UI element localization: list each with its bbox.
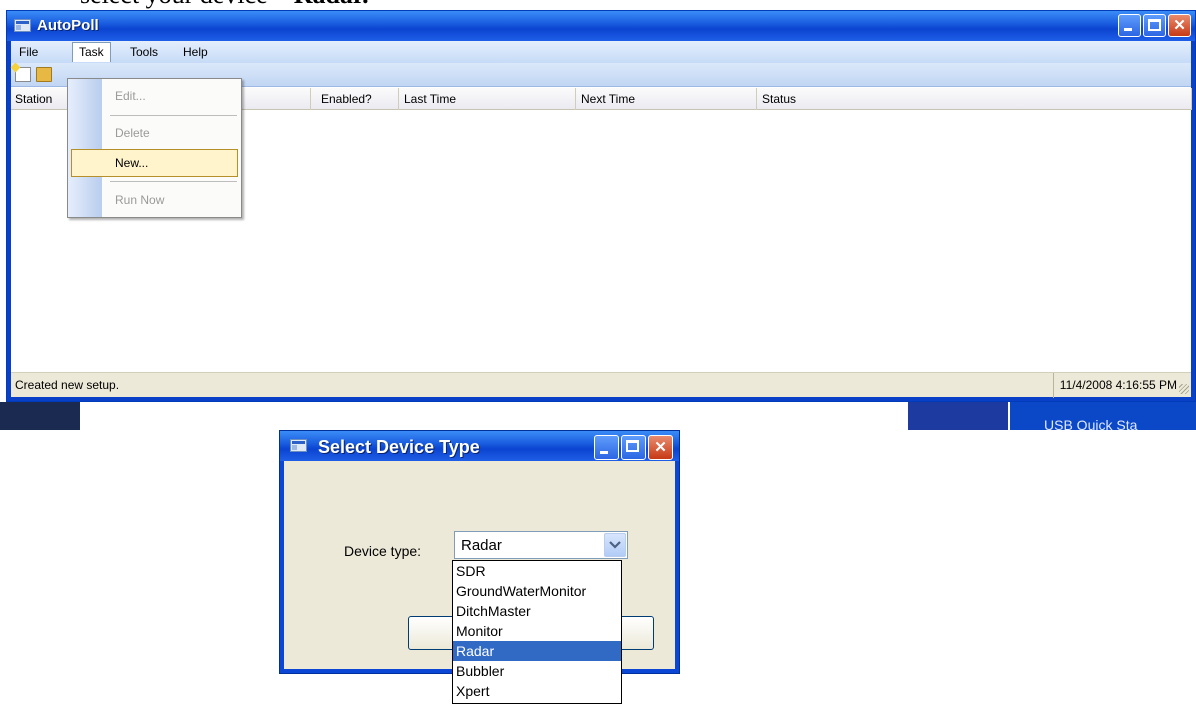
window-title: AutoPoll: [37, 17, 99, 34]
status-message: Created new setup.: [15, 378, 120, 392]
minimize-icon: [1124, 28, 1132, 31]
status-timestamp: 11/4/2008 4:16:55 PM: [1052, 373, 1177, 398]
option-groundwatermonitor[interactable]: GroundWaterMonitor: [453, 581, 621, 601]
status-bar: Created new setup. 11/4/2008 4:16:55 PM: [11, 372, 1191, 398]
dialog-maximize-button[interactable]: [621, 435, 646, 460]
option-radar[interactable]: Radar: [453, 641, 621, 661]
menu-bar: File Task Tools Help: [11, 41, 1191, 63]
device-type-combo[interactable]: Radar: [454, 531, 628, 559]
app-icon: [14, 19, 31, 32]
menu-item-run-now[interactable]: Run Now: [71, 186, 238, 214]
menu-separator: [110, 115, 237, 116]
dialog-close-button[interactable]: ✕: [648, 435, 673, 460]
open-folder-icon[interactable]: [36, 67, 52, 82]
maximize-icon: [626, 440, 639, 452]
menu-tools[interactable]: Tools: [124, 42, 164, 62]
dialog-icon: [290, 439, 307, 452]
dialog-title: Select Device Type: [318, 437, 480, 457]
close-button[interactable]: ✕: [1168, 14, 1191, 37]
maximize-icon: [1148, 19, 1161, 31]
column-last-time[interactable]: Last Time: [400, 88, 576, 110]
dialog-title-bar[interactable]: Select Device Type ✕: [280, 431, 679, 461]
dialog-minimize-button[interactable]: [594, 435, 619, 460]
menu-item-edit[interactable]: Edit...: [71, 82, 238, 110]
column-enabled[interactable]: Enabled?: [317, 88, 399, 110]
option-bubbler[interactable]: Bubbler: [453, 661, 621, 681]
device-type-value: Radar: [461, 537, 502, 554]
option-sdr[interactable]: SDR: [453, 561, 621, 581]
menu-file[interactable]: File: [13, 42, 44, 62]
minimize-icon: [600, 451, 608, 454]
menu-help[interactable]: Help: [177, 42, 214, 62]
background-fragment: [0, 402, 80, 430]
new-file-icon[interactable]: [15, 67, 31, 82]
device-type-options: SDR GroundWaterMonitor DitchMaster Monit…: [452, 560, 622, 704]
option-monitor[interactable]: Monitor: [453, 621, 621, 641]
chevron-down-icon: [609, 541, 621, 549]
minimize-button[interactable]: [1118, 14, 1141, 37]
menu-separator: [110, 181, 237, 182]
menu-task[interactable]: Task: [72, 42, 111, 62]
task-menu: Edit... Delete New... Run Now: [67, 78, 242, 218]
column-status[interactable]: Status: [758, 88, 1192, 110]
background-fragment: [908, 402, 1008, 430]
resize-grip-icon[interactable]: [1179, 384, 1189, 394]
option-xpert[interactable]: Xpert: [453, 681, 621, 701]
menu-item-new[interactable]: New...: [71, 149, 238, 177]
maximize-button[interactable]: [1143, 14, 1166, 37]
dropdown-button[interactable]: [604, 533, 626, 557]
menu-item-delete[interactable]: Delete: [71, 119, 238, 147]
option-ditchmaster[interactable]: DitchMaster: [453, 601, 621, 621]
close-icon: ✕: [1173, 17, 1186, 34]
title-bar[interactable]: AutoPoll ✕: [7, 11, 1195, 41]
usb-quick-start-fragment: USB Quick Sta: [1010, 402, 1196, 430]
document-text: select your device – Radar.: [80, 0, 369, 10]
device-type-label: Device type:: [344, 543, 422, 559]
close-icon: ✕: [654, 439, 667, 456]
column-next-time[interactable]: Next Time: [577, 88, 757, 110]
